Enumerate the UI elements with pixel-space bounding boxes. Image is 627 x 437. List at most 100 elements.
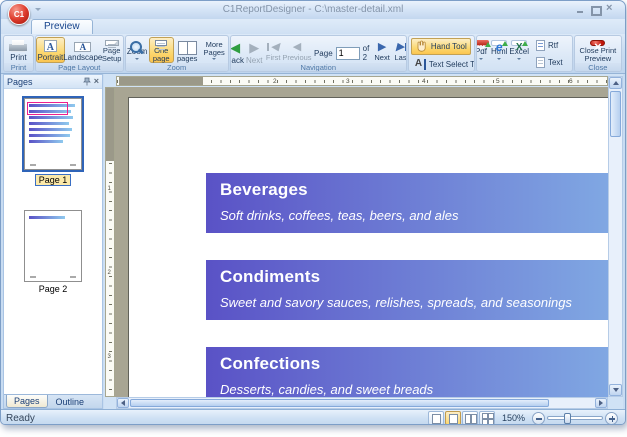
excel-icon — [511, 40, 527, 46]
back-button[interactable]: Back — [230, 37, 245, 63]
print-button[interactable]: Print — [4, 37, 32, 63]
ribbon-group-page-layout: Portrait Landscape Page Setup Page Layou… — [35, 35, 124, 72]
zoom-in-button[interactable] — [605, 412, 618, 425]
two-pages-button[interactable]: Two pages — [174, 37, 201, 63]
status-bar: Ready 150% — [1, 409, 625, 425]
app-window: C1 C1ReportDesigner - C:\master-detail.x… — [0, 0, 626, 425]
printer-icon — [8, 40, 28, 52]
close-print-preview-button[interactable]: Close Print Preview — [575, 37, 621, 63]
pin-icon[interactable] — [83, 77, 91, 86]
vertical-scrollbar[interactable] — [608, 76, 623, 397]
page-setup-button[interactable]: Page Setup — [101, 37, 123, 63]
horizontal-ruler: 2 3 4 5 6 — [116, 76, 608, 86]
print-button-label: Print — [10, 54, 26, 62]
portrait-page-icon — [44, 40, 57, 52]
text-select-label: Text Select Tool — [429, 60, 475, 69]
text-select-tool-button[interactable]: Text Select Tool — [411, 57, 475, 72]
ruler-number: 6 — [569, 78, 573, 85]
export-excel-button[interactable]: Excel — [508, 37, 530, 63]
ruler-number: 4 — [422, 78, 426, 85]
close-icon[interactable] — [605, 5, 615, 14]
group-label-navigation: Navigation — [231, 63, 406, 72]
last-page-button[interactable]: Last Page — [392, 37, 407, 63]
export-rtf-button[interactable]: Rtf — [532, 38, 562, 53]
portrait-button[interactable]: Portrait — [36, 37, 65, 63]
tab-outline[interactable]: Outline — [48, 395, 93, 408]
ribbon: Print Print Portrait Landscape Page Setu… — [1, 34, 625, 74]
magnifier-icon — [129, 40, 145, 46]
next-button[interactable]: Next — [245, 37, 263, 63]
text-doc-icon — [536, 57, 545, 68]
hand-tool-button[interactable]: Hand Tool — [411, 38, 471, 55]
export-text-button[interactable]: Text — [532, 55, 567, 70]
report-canvas[interactable]: Beverages Soft drinks, coffees, teas, be… — [115, 87, 608, 397]
one-page-icon — [155, 40, 167, 46]
section-description: Soft drinks, coffees, teas, beers, and a… — [206, 200, 608, 223]
ruler-number: 5 — [496, 78, 500, 85]
scroll-down-button[interactable] — [609, 384, 622, 396]
pages-thumbnail-list: Page 1 Page 2 — [4, 89, 102, 394]
pages-panel-title: Pages — [7, 77, 80, 87]
zoom-out-button[interactable] — [532, 412, 545, 425]
landscape-page-icon — [74, 42, 91, 52]
page-2-thumbnail-label[interactable]: Page 2 — [39, 284, 68, 294]
section-title: Beverages — [206, 173, 608, 200]
horizontal-scrollbar[interactable] — [116, 397, 608, 409]
export-html-button[interactable]: Html — [490, 37, 508, 63]
rtf-label: Rtf — [548, 41, 558, 50]
view-one-page-button[interactable] — [445, 411, 461, 425]
html-icon — [491, 40, 507, 46]
scroll-right-button[interactable] — [595, 398, 607, 408]
ruler-number: 2 — [273, 78, 277, 85]
ruler-number: 3 — [346, 78, 350, 85]
minimize-icon[interactable] — [575, 5, 585, 14]
page-number-input[interactable] — [336, 47, 360, 60]
next-page-button[interactable]: Next Page — [372, 37, 392, 63]
view-multi-pages-button[interactable] — [479, 411, 495, 425]
view-two-pages-button[interactable] — [462, 411, 478, 425]
zoom-slider[interactable] — [547, 416, 603, 420]
previous-page-button[interactable]: Previous Page — [283, 37, 311, 63]
scroll-left-button[interactable] — [117, 398, 129, 408]
page-1-thumbnail[interactable] — [22, 96, 84, 172]
more-pages-caret-icon — [212, 58, 216, 62]
ribbon-group-zoom: Zoom One page Two pages More Pages Zoom — [125, 35, 229, 72]
export-pdf-button[interactable]: Pdf — [476, 37, 490, 63]
next-page-icon — [378, 40, 386, 53]
vertical-scroll-thumb[interactable] — [610, 91, 621, 137]
group-label-page-layout: Page Layout — [36, 63, 123, 72]
status-message: Ready — [6, 413, 35, 424]
horizontal-scroll-thumb[interactable] — [130, 399, 549, 407]
tab-preview[interactable]: Preview — [31, 19, 93, 34]
zoom-button[interactable]: Zoom — [126, 37, 149, 63]
title-bar[interactable]: C1 C1ReportDesigner - C:\master-detail.x… — [1, 1, 625, 19]
more-pages-label: More Pages — [202, 41, 227, 56]
page-field-label: Page — [314, 49, 333, 58]
excel-caret-icon — [517, 58, 521, 62]
page-count-label: of 2 — [363, 44, 370, 62]
application-button[interactable]: C1 — [8, 3, 30, 25]
zoom-percentage: 150% — [502, 413, 525, 423]
report-page: Beverages Soft drinks, coffees, teas, be… — [128, 97, 608, 397]
scroll-up-button[interactable] — [609, 77, 622, 89]
ruler-number: 1 — [108, 186, 111, 192]
thumbnail-footer-mark — [70, 164, 76, 166]
maximize-icon[interactable] — [590, 5, 600, 14]
page-1-thumbnail-label[interactable]: Page 1 — [35, 174, 72, 186]
pages-panel-footer-tabs: Pages Outline — [4, 394, 102, 408]
one-page-button[interactable]: One page — [149, 37, 174, 63]
ribbon-group-print: Print Print — [3, 35, 34, 72]
first-page-button[interactable]: First Page — [263, 37, 283, 63]
panel-close-icon[interactable] — [94, 77, 99, 86]
more-pages-button[interactable]: More Pages — [201, 37, 228, 63]
report-band-beverages: Beverages Soft drinks, coffees, teas, be… — [206, 173, 608, 233]
tab-pages[interactable]: Pages — [6, 395, 48, 408]
zoom-caret-icon — [135, 58, 139, 62]
view-single-page-button[interactable] — [428, 411, 444, 425]
window-title: C1ReportDesigner - C:\master-detail.xml — [1, 4, 625, 15]
ribbon-group-export: Pdf Html Excel Rtf — [476, 35, 572, 72]
zoom-slider-thumb[interactable] — [564, 413, 571, 424]
ribbon-group-navigation: Back Next First Page Previous Page — [230, 35, 407, 72]
landscape-button[interactable]: Landscape — [65, 37, 101, 63]
page-2-thumbnail[interactable] — [24, 210, 82, 282]
